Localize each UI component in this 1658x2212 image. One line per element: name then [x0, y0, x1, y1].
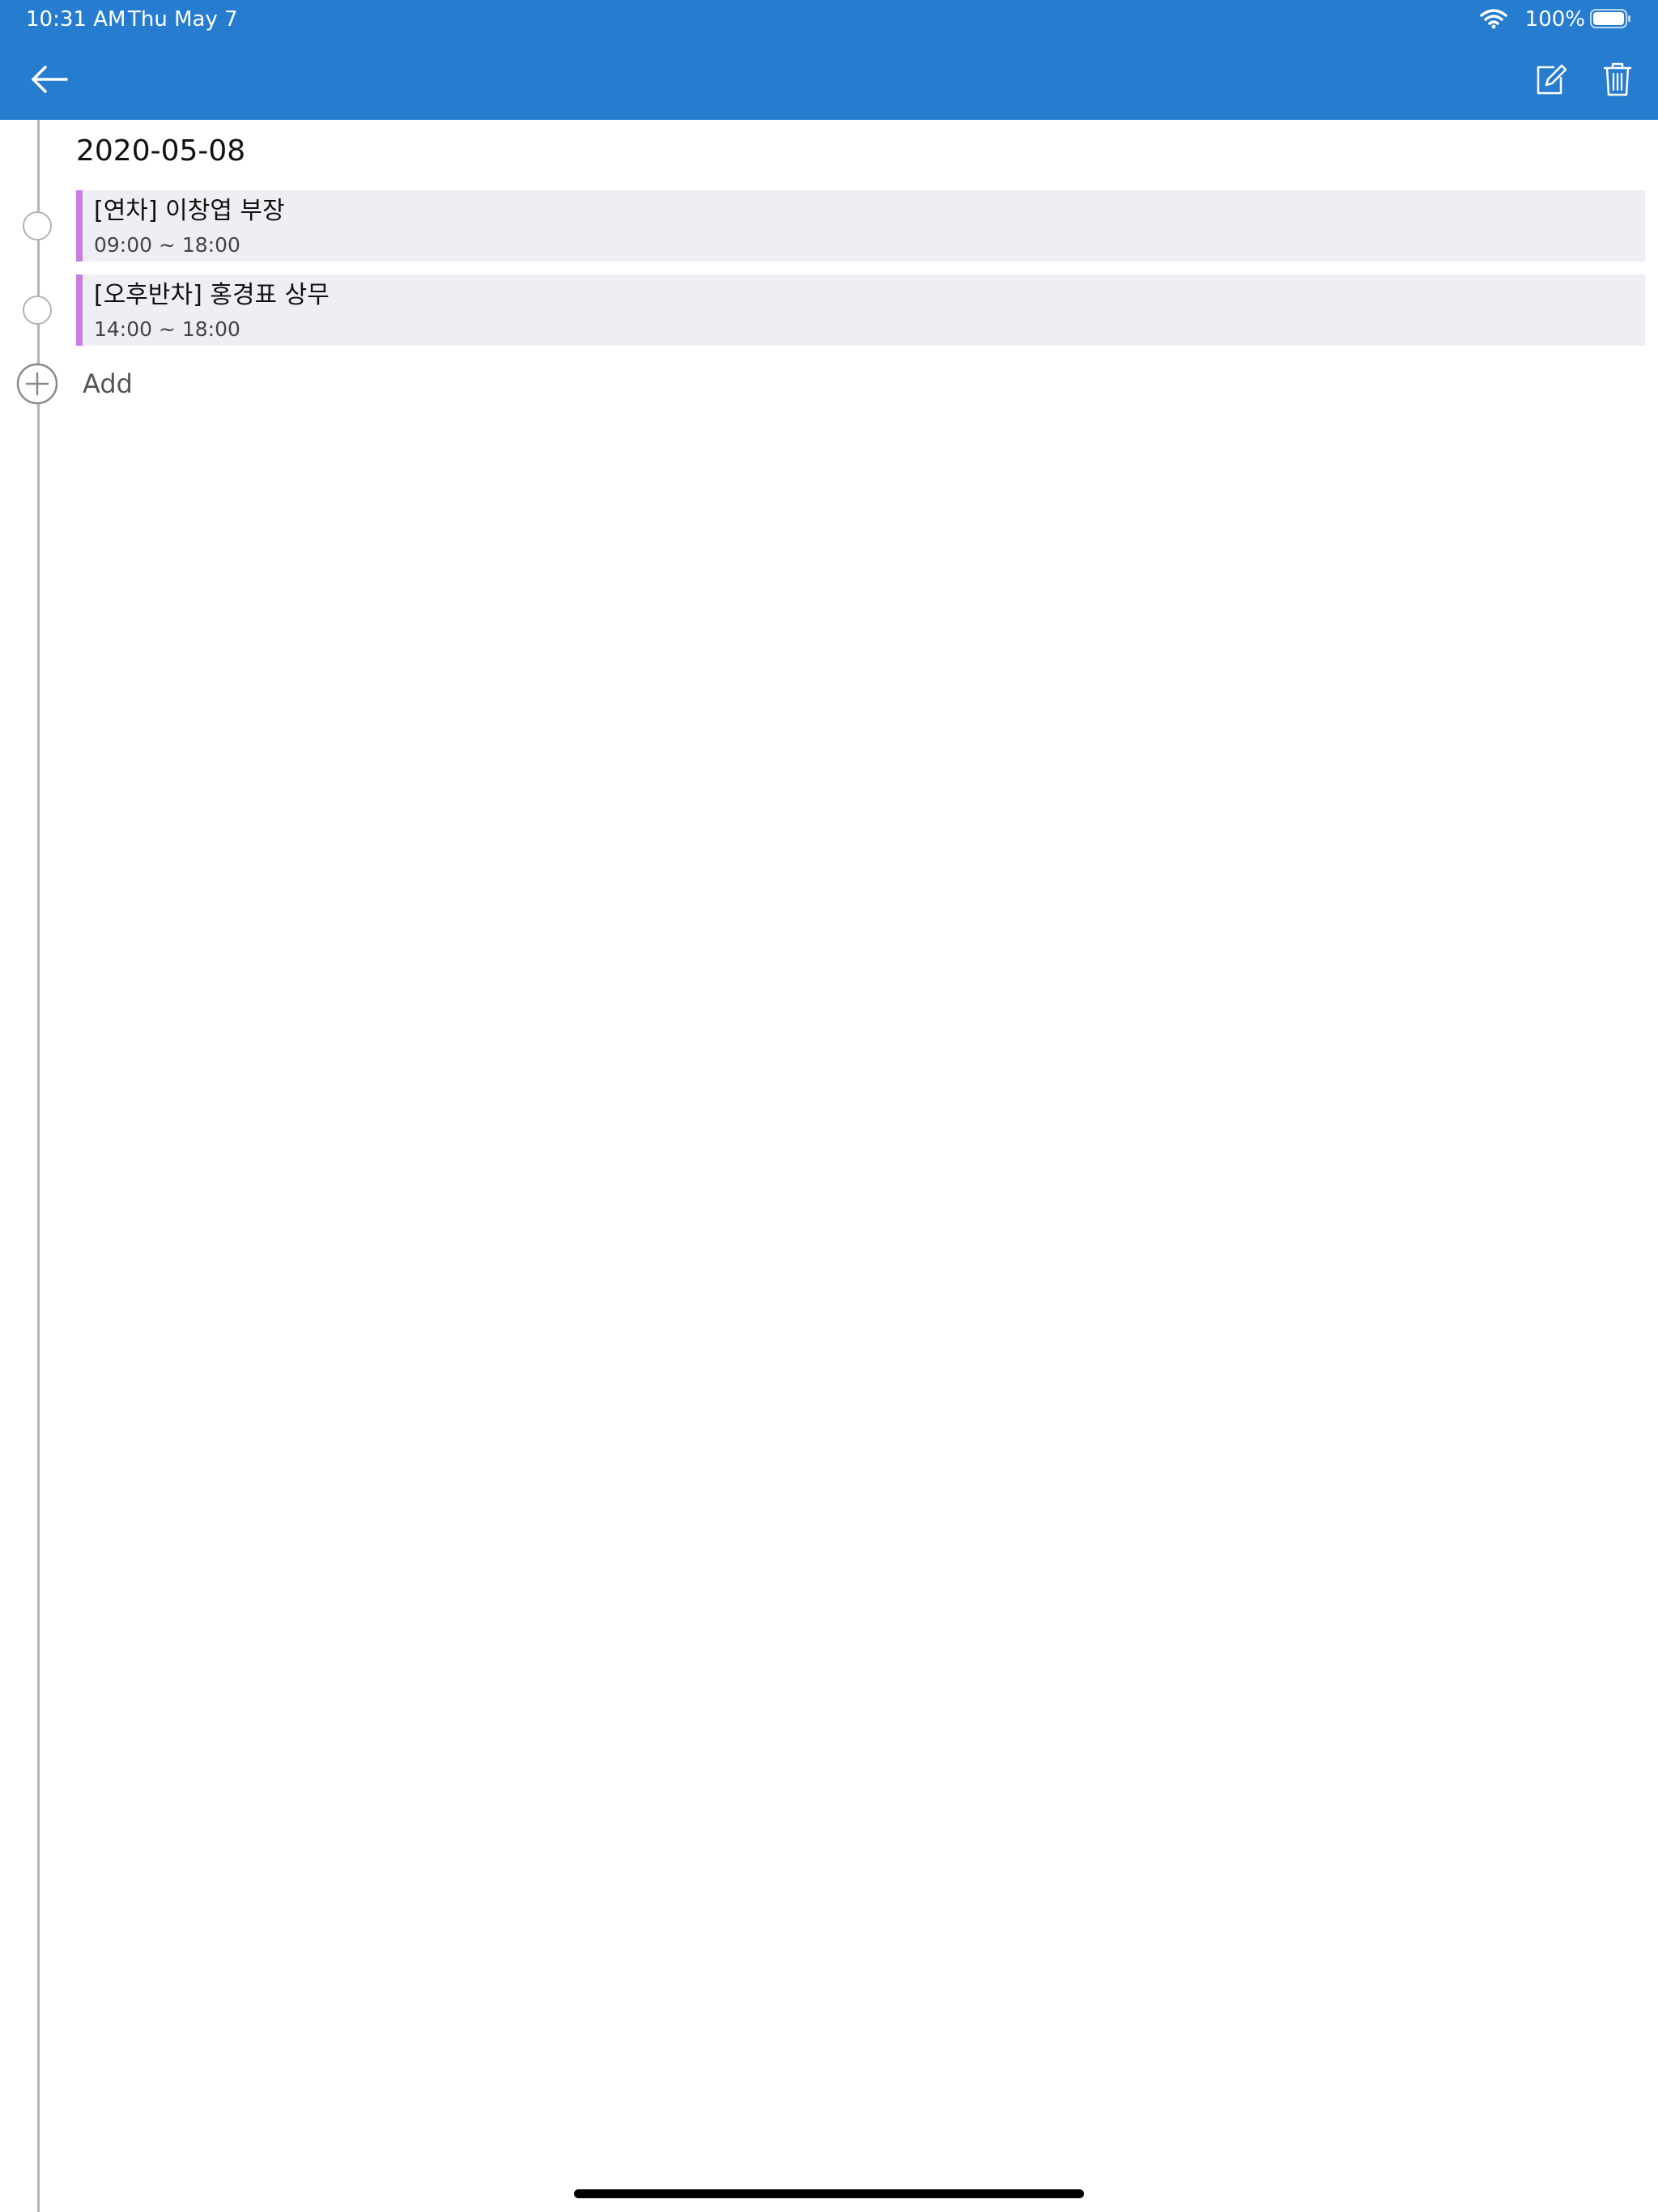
- event-title: [연차] 이창엽 부장: [94, 197, 285, 225]
- wifi-icon: [1480, 9, 1507, 29]
- trash-icon: [1603, 62, 1632, 96]
- event-time: 14:00 ~ 18:00: [94, 317, 240, 341]
- status-date: Thu May 7: [128, 7, 238, 32]
- add-label: Add: [83, 368, 133, 399]
- edit-button[interactable]: [1525, 53, 1577, 105]
- event-time: 09:00 ~ 18:00: [94, 233, 240, 257]
- event-node: [23, 296, 52, 325]
- plus-circle-icon: [16, 363, 58, 405]
- edit-icon: [1537, 64, 1567, 95]
- event-title: [오후반차] 홍경표 상무: [94, 281, 329, 309]
- timeline-line: [37, 120, 40, 2212]
- screen: 10:31 AM Thu May 7 100% 2020-05-08 [연차] …: [0, 0, 1658, 2212]
- date-heading: 2020-05-08: [76, 134, 246, 168]
- battery-icon: [1590, 9, 1630, 28]
- event-node: [23, 211, 52, 240]
- add-event-button[interactable]: Add: [16, 361, 340, 406]
- delete-button[interactable]: [1592, 53, 1643, 105]
- back-button[interactable]: [21, 53, 78, 105]
- status-time: 10:31 AM: [26, 7, 126, 32]
- event-card[interactable]: [연차] 이창엽 부장 09:00 ~ 18:00: [76, 190, 1645, 262]
- event-card[interactable]: [오후반차] 홍경표 상무 14:00 ~ 18:00: [76, 274, 1645, 346]
- arrow-left-icon: [32, 66, 68, 93]
- battery-percent: 100%: [1524, 7, 1585, 32]
- home-indicator[interactable]: [574, 2189, 1084, 2198]
- app-bar: 10:31 AM Thu May 7 100%: [0, 0, 1658, 120]
